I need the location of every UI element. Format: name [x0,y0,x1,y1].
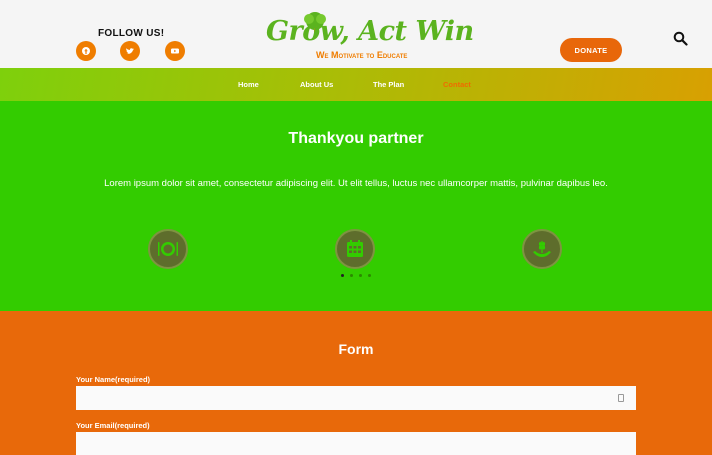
nav-home[interactable]: Home [238,80,259,89]
email-input[interactable] [76,432,636,455]
search-icon[interactable] [673,31,688,46]
nav-the-plan[interactable]: The Plan [373,80,404,89]
main-nav: Home About Us The Plan Contact [0,68,712,101]
plate-icon [158,242,178,256]
facebook-icon [82,47,90,55]
partner-section: Thankyou partner Lorem ipsum dolor sit a… [0,101,712,311]
carousel-dot-2[interactable] [350,274,353,277]
carousel-dot-4[interactable] [368,274,371,277]
site-header: FOLLOW US! Grow, Act Win We Motivate to … [0,0,712,68]
feature-calendar [335,229,375,269]
follow-us-label: FOLLOW US! [98,28,165,39]
twitter-link[interactable] [120,41,140,61]
partner-text: Lorem ipsum dolor sit amet, consectetur … [104,178,608,189]
donate-button[interactable]: DONATE [560,38,622,62]
name-label: Your Name(required) [76,375,151,384]
name-input[interactable] [76,386,636,410]
calendar-icon [347,240,363,257]
autofill-icon [618,394,624,402]
site-logo[interactable]: Grow, Act Win We Motivate to Educate [262,8,474,64]
facebook-link[interactable] [76,41,96,61]
form-title: Form [338,341,374,357]
youtube-icon [171,48,179,54]
email-label: Your Email(required) [76,421,150,430]
wheat-hand-icon [533,241,551,257]
nav-about-us[interactable]: About Us [300,80,333,89]
carousel-dot-1[interactable] [341,274,344,277]
logo-tagline: We Motivate to Educate [316,50,408,60]
carousel-dot-3[interactable] [359,274,362,277]
feature-plate [148,229,188,269]
nav-contact[interactable]: Contact [443,80,471,89]
feature-wheat-hand [522,229,562,269]
youtube-link[interactable] [165,41,185,61]
logo-wordmark: Grow, Act Win [266,16,474,47]
twitter-icon [126,48,134,54]
form-section: Form Your Name(required) Your Email(requ… [0,311,712,455]
partner-title: Thankyou partner [288,130,424,147]
